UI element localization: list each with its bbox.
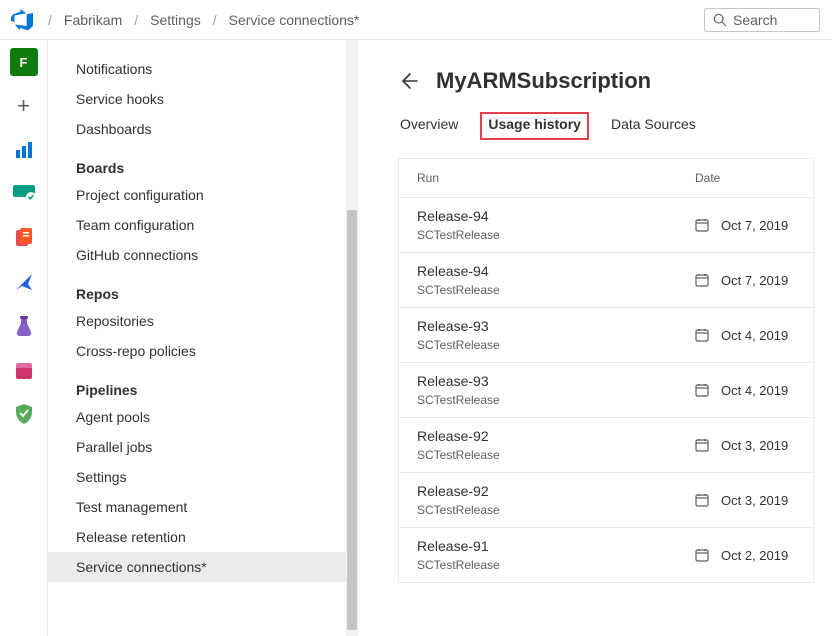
breadcrumb-sep: / [48, 12, 52, 28]
col-header-date: Date [695, 171, 795, 185]
settings-item[interactable]: Team configuration [76, 210, 346, 240]
table-header: Run Date [399, 159, 813, 197]
shield-icon[interactable] [10, 400, 38, 428]
breadcrumb-item[interactable]: Service connections* [229, 12, 360, 28]
run-date: Oct 3, 2019 [695, 493, 795, 508]
calendar-icon [695, 383, 709, 397]
search-placeholder: Search [733, 12, 777, 28]
tab-overview[interactable]: Overview [398, 112, 460, 140]
run-date: Oct 7, 2019 [695, 218, 795, 233]
table-row[interactable]: Release-91 SCTestReleaseOct 2, 2019 [399, 527, 813, 582]
scrollbar[interactable] [346, 40, 358, 636]
page-title: MyARMSubscription [436, 68, 651, 94]
settings-item[interactable]: Repositories [76, 306, 346, 336]
pipelines-icon[interactable] [10, 268, 38, 296]
tab-usage-history[interactable]: Usage history [480, 112, 589, 140]
settings-item[interactable]: Release retention [76, 522, 346, 552]
icon-rail: F + [0, 40, 48, 636]
overview-icon[interactable] [10, 136, 38, 164]
settings-item[interactable]: Service connections* [48, 552, 346, 582]
col-header-run: Run [417, 171, 695, 185]
settings-item[interactable]: GitHub connections [76, 240, 346, 270]
breadcrumb-item[interactable]: Fabrikam [64, 12, 122, 28]
settings-item[interactable]: Agent pools [76, 402, 346, 432]
project-avatar[interactable]: F [10, 48, 38, 76]
tabs: Overview Usage history Data Sources [398, 112, 814, 140]
back-arrow-icon[interactable] [398, 71, 418, 91]
settings-item[interactable]: Cross-repo policies [76, 336, 346, 366]
breadcrumb-sep: / [213, 12, 217, 28]
add-icon[interactable]: + [10, 92, 38, 120]
run-pipeline: SCTestRelease [417, 503, 695, 517]
settings-item[interactable]: Service hooks [76, 84, 346, 114]
table-row[interactable]: Release-94 SCTestReleaseOct 7, 2019 [399, 197, 813, 252]
run-date: Oct 7, 2019 [695, 273, 795, 288]
table-row[interactable]: Release-92 SCTestReleaseOct 3, 2019 [399, 417, 813, 472]
settings-pane: NotificationsService hooksDashboardsBoar… [48, 40, 358, 636]
table-row[interactable]: Release-94 SCTestReleaseOct 7, 2019 [399, 252, 813, 307]
settings-item[interactable]: Settings [76, 462, 346, 492]
artifacts-icon[interactable] [10, 356, 38, 384]
testplans-icon[interactable] [10, 312, 38, 340]
main-content: MyARMSubscription Overview Usage history D… [358, 40, 832, 636]
settings-list: NotificationsService hooksDashboardsBoar… [48, 40, 346, 636]
settings-item[interactable]: Notifications [76, 54, 346, 84]
table-row[interactable]: Release-93 SCTestReleaseOct 4, 2019 [399, 307, 813, 362]
run-pipeline: SCTestRelease [417, 338, 695, 352]
run-pipeline: SCTestRelease [417, 228, 695, 242]
table-row[interactable]: Release-92 SCTestReleaseOct 3, 2019 [399, 472, 813, 527]
run-pipeline: SCTestRelease [417, 558, 695, 572]
run-date: Oct 2, 2019 [695, 548, 795, 563]
run-date: Oct 4, 2019 [695, 328, 795, 343]
run-name: Release-91 [417, 538, 695, 554]
run-name: Release-94 [417, 208, 695, 224]
boards-icon[interactable] [10, 180, 38, 208]
topbar: / Fabrikam / Settings / Service connecti… [0, 0, 832, 40]
calendar-icon [695, 438, 709, 452]
search-input[interactable]: Search [704, 8, 820, 32]
run-pipeline: SCTestRelease [417, 393, 695, 407]
run-name: Release-94 [417, 263, 695, 279]
breadcrumb-sep: / [134, 12, 138, 28]
breadcrumb: / Fabrikam / Settings / Service connecti… [48, 12, 359, 28]
settings-section-header: Pipelines [76, 366, 346, 402]
run-pipeline: SCTestRelease [417, 283, 695, 297]
calendar-icon [695, 218, 709, 232]
run-name: Release-93 [417, 318, 695, 334]
calendar-icon [695, 328, 709, 342]
settings-item[interactable]: Project configuration [76, 180, 346, 210]
run-name: Release-93 [417, 373, 695, 389]
tab-data-sources[interactable]: Data Sources [609, 112, 698, 140]
settings-section-header: Repos [76, 270, 346, 306]
calendar-icon [695, 493, 709, 507]
usage-history-table: Run Date Release-94SCTestReleaseOct 7, 2… [398, 158, 814, 583]
run-name: Release-92 [417, 483, 695, 499]
settings-item[interactable]: Test management [76, 492, 346, 522]
settings-section-header: Boards [76, 144, 346, 180]
azure-devops-logo[interactable] [8, 6, 36, 34]
scroll-thumb[interactable] [347, 210, 357, 630]
calendar-icon [695, 273, 709, 287]
search-icon [713, 13, 727, 27]
run-date: Oct 3, 2019 [695, 438, 795, 453]
table-row[interactable]: Release-93 SCTestReleaseOct 4, 2019 [399, 362, 813, 417]
repos-icon[interactable] [10, 224, 38, 252]
run-pipeline: SCTestRelease [417, 448, 695, 462]
settings-item[interactable]: Parallel jobs [76, 432, 346, 462]
settings-item[interactable]: Dashboards [76, 114, 346, 144]
run-name: Release-92 [417, 428, 695, 444]
calendar-icon [695, 548, 709, 562]
run-date: Oct 4, 2019 [695, 383, 795, 398]
breadcrumb-item[interactable]: Settings [150, 12, 201, 28]
